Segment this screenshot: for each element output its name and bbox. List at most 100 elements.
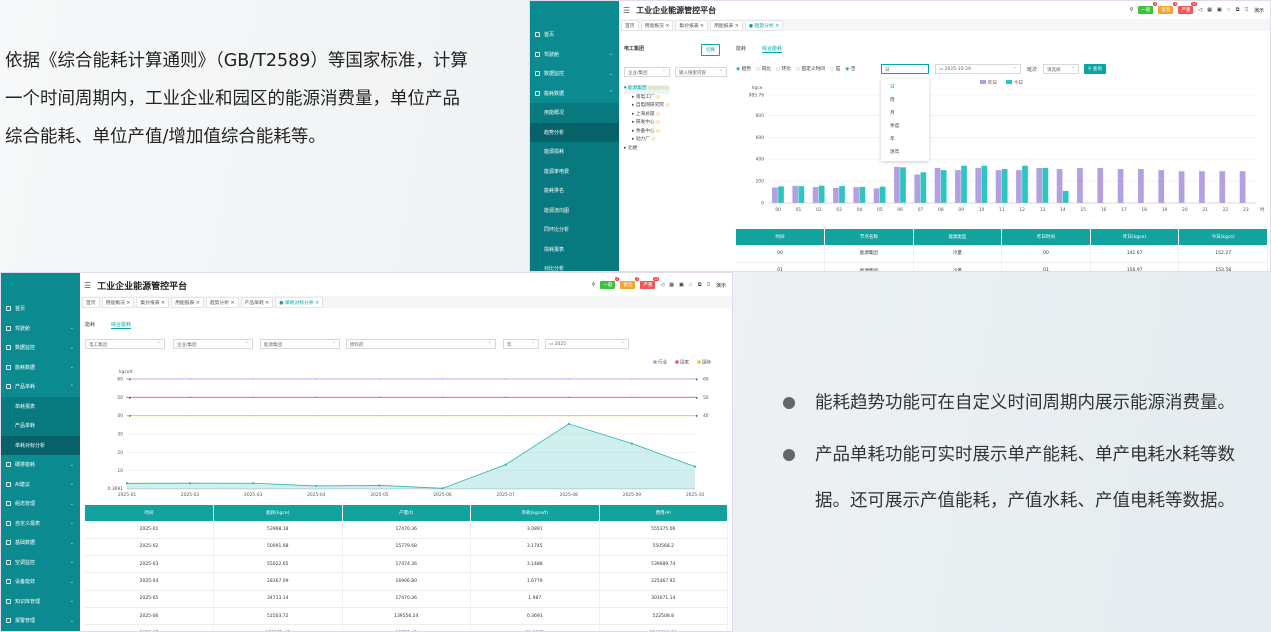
tab[interactable]: 首页 [621, 19, 639, 31]
radio-option[interactable]: ○ 环比 [776, 66, 791, 72]
bar-昨日-08[interactable] [934, 167, 941, 203]
radio-option[interactable]: ◉ 趋势 [736, 66, 751, 72]
sidebar-item[interactable]: 产品单耗 [1, 416, 80, 436]
data-point[interactable] [630, 442, 633, 445]
sidebar-item[interactable]: AI建议 ⌄ [1, 475, 80, 495]
data-point[interactable] [441, 396, 444, 399]
sidebar-item[interactable]: 基础数据 ⌄ [1, 533, 80, 553]
bar-昨日-14[interactable] [1056, 169, 1063, 203]
shirt-icon[interactable]: ♖ [707, 282, 711, 288]
sound-icon[interactable]: ◁ [660, 282, 664, 288]
bar-今日-11[interactable] [1001, 169, 1008, 203]
grid-icon[interactable]: ▦ [669, 282, 674, 288]
bar-今日-14[interactable] [1062, 190, 1069, 203]
bar-昨日-13[interactable] [1036, 167, 1043, 203]
sidebar-item[interactable]: 同环比分析 [530, 220, 619, 240]
sidebar-item[interactable]: 首页 [1, 299, 80, 319]
sidebar-item[interactable]: 趋势分析 [530, 122, 619, 142]
company-type-select[interactable]: 企业/集团 [173, 339, 253, 349]
sidebar-item[interactable]: 用能概况 [530, 103, 619, 123]
apps-icon[interactable]: ⁙ [689, 282, 693, 288]
data-point[interactable] [189, 378, 191, 380]
year-picker[interactable]: ▭ 2025 [545, 339, 629, 349]
tree-node[interactable]: ▸ 余备中心 ◎ [624, 128, 670, 137]
sidebar-item[interactable]: 能耗数据 ⌄ [1, 358, 80, 378]
data-point[interactable] [504, 414, 507, 417]
bar-昨日-17[interactable] [1117, 169, 1124, 203]
bar-今日-09[interactable] [961, 165, 967, 203]
sidebar-item[interactable]: 能耗排名 [530, 181, 619, 201]
bar-昨日-11[interactable] [995, 170, 1002, 203]
legend-label[interactable]: 今日 [1014, 79, 1023, 86]
data-point[interactable] [568, 414, 570, 417]
tab[interactable]: 趋势分析 × [205, 296, 239, 308]
data-point[interactable] [252, 414, 254, 417]
data-point[interactable] [252, 396, 254, 399]
search-icon[interactable]: ⚲ [1130, 7, 1134, 13]
data-point[interactable] [378, 414, 381, 417]
sidebar-item[interactable]: 组态管理 ⌄ [1, 494, 80, 514]
data-point[interactable] [567, 422, 570, 426]
data-point[interactable] [693, 465, 697, 468]
column-header[interactable]: 昨日时间 [1001, 229, 1091, 245]
bar-今日-02[interactable] [818, 185, 825, 203]
data-point[interactable] [504, 396, 507, 399]
apps-icon[interactable]: ⁙ [1227, 7, 1231, 13]
bar-昨日-23[interactable] [1239, 171, 1246, 203]
bar-今日-03[interactable] [839, 186, 845, 203]
data-point[interactable] [631, 396, 633, 399]
data-point[interactable] [631, 414, 633, 417]
bar-今日-13[interactable] [1042, 167, 1049, 203]
sidebar-item[interactable]: 能源流向图 [530, 200, 619, 220]
shirt-icon[interactable]: ♖ [1245, 7, 1249, 13]
bar-昨日-03[interactable] [833, 187, 839, 203]
bar-昨日-04[interactable] [853, 187, 860, 203]
dropdown-option[interactable]: 季度 [881, 120, 929, 133]
column-header[interactable]: 能源类型 [913, 229, 1003, 245]
tab-comprehensive-energy[interactable]: 综合能耗 [111, 321, 132, 329]
sidebar-item[interactable]: 能源率电费 [530, 161, 619, 181]
tree-node[interactable]: ▸ 南电工厂 ◎ [624, 94, 670, 103]
radio-option[interactable]: ◉ 否 [845, 66, 855, 72]
data-point[interactable] [378, 396, 381, 399]
sidebar-item[interactable]: 设备能效 ⌄ [1, 572, 80, 592]
tab[interactable]: 集抄报表 × [136, 296, 170, 308]
data-point[interactable] [126, 396, 128, 399]
column-header[interactable]: 时间 [736, 229, 826, 245]
data-point[interactable] [189, 414, 191, 417]
data-point[interactable] [568, 378, 570, 380]
tab[interactable]: 集抄报表 × [675, 19, 709, 31]
bar-昨日-09[interactable] [955, 170, 961, 203]
bar-昨日-02[interactable] [812, 187, 819, 203]
data-point[interactable] [315, 378, 318, 380]
bar-昨日-06[interactable] [894, 166, 900, 203]
tree-node[interactable]: ▸ 研发中心 ◎ [624, 119, 670, 128]
bar-昨日-18[interactable] [1138, 169, 1144, 203]
menu-icon[interactable]: ☰ [623, 6, 630, 15]
data-point[interactable] [315, 484, 318, 488]
data-point[interactable] [378, 484, 381, 487]
data-point[interactable] [252, 378, 254, 380]
tree-root[interactable]: ▾ 能源集团 ◎◎◎◎◎ [624, 85, 670, 94]
dropdown-option[interactable]: 逐年 [881, 146, 929, 159]
language[interactable]: 演示 [1254, 7, 1264, 14]
bar-昨日-22[interactable] [1219, 171, 1226, 203]
dropdown-option[interactable]: 年 [881, 133, 929, 146]
switch-button[interactable]: 切换 [701, 44, 720, 56]
bar-昨日-16[interactable] [1097, 167, 1104, 203]
data-point[interactable] [441, 378, 444, 380]
badge-urgent[interactable]: 紧急 3 [1158, 2, 1178, 14]
tab[interactable]: 用能概况 × [640, 19, 674, 31]
legend-label[interactable]: 国家 [680, 359, 689, 366]
tab[interactable]: 用能报表 × [710, 19, 743, 31]
column-header[interactable]: 节点名称 [824, 229, 914, 245]
badge-severe[interactable]: 严重 10 [640, 277, 660, 289]
sidebar-item[interactable]: 能源损耗 [530, 142, 619, 162]
data-point[interactable] [125, 482, 129, 485]
sidebar-item[interactable]: 驾驶舱 ⌄ [1, 319, 80, 339]
dropdown-option[interactable]: 日 [881, 81, 929, 94]
sidebar-item[interactable]: 自定义报表 ⌄ [1, 514, 80, 534]
tree-node[interactable]: ▸ 动力厂 ◎ [624, 136, 670, 145]
bar-今日-07[interactable] [920, 172, 927, 203]
badge-urgent[interactable]: 紧急 3 [620, 277, 640, 289]
